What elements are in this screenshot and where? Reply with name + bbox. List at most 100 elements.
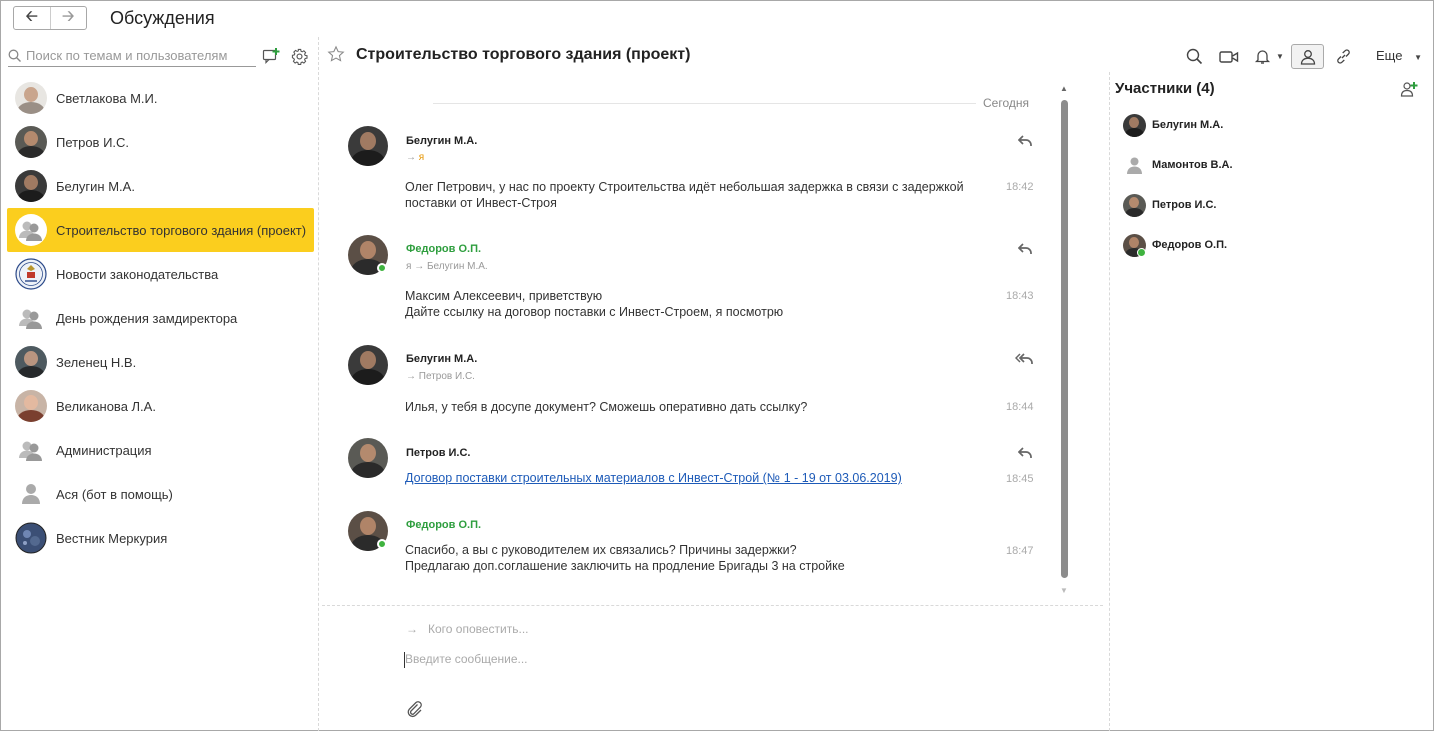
- video-call-button[interactable]: [1216, 44, 1242, 69]
- recipient-name: я: [418, 152, 425, 163]
- list-item[interactable]: Зеленец Н.В.: [7, 340, 314, 384]
- notify-field[interactable]: → Кого оповестить...: [406, 622, 529, 636]
- list-item-label: Строительство торгового здания (проект): [56, 222, 307, 238]
- app-title: Обсуждения: [110, 8, 215, 28]
- message-line: Максим Алексеевич, приветствую: [405, 289, 603, 303]
- message-line: Олег Петрович, у нас по проекту Строител…: [405, 180, 964, 194]
- list-item[interactable]: Белугин М.А.: [7, 164, 314, 208]
- list-item[interactable]: Великанова Л.А.: [7, 384, 314, 428]
- list-item-label: Ася (бот в помощь): [56, 486, 173, 502]
- list-item[interactable]: Вестник Меркурия: [7, 516, 314, 560]
- member-item[interactable]: Мамонтов В.А.: [1123, 153, 1233, 177]
- message-input[interactable]: Введите сообщение...: [405, 652, 528, 666]
- user-icon: [15, 478, 47, 510]
- search-input[interactable]: [26, 48, 252, 63]
- avatar: [15, 170, 47, 202]
- reply-all-button[interactable]: [1014, 353, 1033, 368]
- arrow-right-icon[interactable]: 🡢: [51, 7, 87, 29]
- search-icon: [8, 49, 21, 62]
- divider: [1109, 72, 1110, 731]
- group-icon: [15, 214, 47, 246]
- list-item-label: Петров И.С.: [56, 134, 130, 150]
- copy-link-button[interactable]: [1331, 44, 1355, 69]
- members-icon: [1300, 49, 1315, 65]
- message-line: Предлагаю доп.соглашение заключить на пр…: [405, 559, 845, 573]
- add-member-button[interactable]: [1399, 80, 1419, 98]
- reply-button[interactable]: [1017, 135, 1032, 150]
- search-button[interactable]: [1182, 44, 1206, 69]
- date-separator-line: [433, 103, 976, 104]
- list-item-label: Светлакова М.И.: [56, 90, 158, 106]
- avatar[interactable]: [348, 438, 388, 478]
- member-name: Белугин М.А.: [1152, 119, 1224, 131]
- avatar: [1123, 233, 1146, 257]
- list-item-active[interactable]: Строительство торгового здания (проект): [7, 208, 314, 252]
- list-item[interactable]: Администрация: [7, 428, 314, 472]
- members-title: Участники (4): [1115, 80, 1215, 97]
- message-time: 18:42: [1006, 181, 1034, 193]
- member-item[interactable]: Белугин М.А.: [1123, 113, 1223, 137]
- message-text: Договор поставки строительных материалов…: [405, 470, 902, 486]
- avatar[interactable]: [348, 126, 388, 166]
- list-item[interactable]: Петров И.С.: [7, 120, 314, 164]
- online-indicator: [1137, 247, 1146, 257]
- message-author[interactable]: Белугин М.А.: [406, 135, 477, 147]
- more-label: Еще: [1376, 48, 1403, 63]
- scrollbar-thumb[interactable]: [1061, 100, 1068, 578]
- list-item[interactable]: Новости законодательства: [7, 252, 314, 296]
- message-text: Спасибо, а вы с руководителем их связали…: [405, 542, 845, 574]
- search-box: [8, 45, 256, 67]
- discussion-list: Светлакова М.И. Петров И.С. Белугин М.А.…: [7, 76, 314, 560]
- more-menu-button[interactable]: Еще ▼: [1376, 48, 1422, 63]
- paperclip-icon: [407, 701, 422, 718]
- emblem-logo: [15, 258, 47, 290]
- settings-button[interactable]: [289, 46, 309, 66]
- reply-button[interactable]: [1017, 243, 1032, 258]
- star-icon: [327, 45, 345, 62]
- member-item[interactable]: Федоров О.П.: [1123, 233, 1227, 257]
- message-feed: Сегодня Белугин М.А. → я Олег Петрович, …: [320, 80, 1056, 600]
- list-item[interactable]: Ася (бот в помощь): [7, 472, 314, 516]
- message-line: поставки от Инвест-Строя: [405, 196, 557, 210]
- online-indicator: [377, 263, 387, 273]
- message-author[interactable]: Белугин М.А.: [406, 353, 477, 365]
- recipient-arrow: →: [406, 371, 416, 382]
- recipient-arrow: я →: [406, 261, 425, 272]
- avatar[interactable]: [348, 345, 388, 385]
- divider: [318, 37, 319, 731]
- member-name: Петров И.С.: [1152, 199, 1217, 211]
- arrow-right-icon: →: [406, 622, 418, 636]
- planet-logo: [15, 522, 47, 554]
- member-name: Федоров О.П.: [1152, 239, 1228, 251]
- arrow-left-icon[interactable]: 🡠: [14, 7, 51, 29]
- reply-all-icon: [1014, 353, 1033, 364]
- message-author[interactable]: Федоров О.П.: [406, 519, 481, 531]
- message-time: 18:47: [1006, 545, 1034, 557]
- message-author[interactable]: Федоров О.П.: [406, 243, 481, 255]
- new-discussion-button[interactable]: [261, 46, 281, 66]
- avatar: [15, 346, 47, 378]
- gear-icon: [291, 48, 308, 65]
- reply-icon: [1017, 135, 1032, 146]
- members-toggle-button[interactable]: [1291, 44, 1324, 69]
- member-item[interactable]: Петров И.С.: [1123, 193, 1217, 217]
- list-item-label: Вестник Меркурия: [56, 530, 168, 546]
- member-name: Мамонтов В.А.: [1152, 159, 1233, 171]
- message-line: Спасибо, а вы с руководителем их связали…: [405, 543, 797, 557]
- message-time: 18:45: [1006, 473, 1034, 485]
- notifications-button[interactable]: ▼: [1250, 44, 1288, 69]
- scroll-down-arrow[interactable]: ▼: [1060, 586, 1068, 595]
- attach-button[interactable]: [405, 699, 425, 719]
- message-author[interactable]: Петров И.С.: [406, 447, 471, 459]
- notify-placeholder: Кого оповестить...: [428, 622, 529, 636]
- message-text: Илья, у тебя в досупе документ? Сможешь …: [405, 399, 807, 415]
- avatar: [15, 390, 47, 422]
- bell-icon: [1254, 50, 1271, 64]
- document-link[interactable]: Договор поставки строительных материалов…: [405, 471, 902, 485]
- message-line: Дайте ссылку на договор поставки с Инвес…: [405, 305, 784, 319]
- list-item[interactable]: Светлакова М.И.: [7, 76, 314, 120]
- scroll-up-arrow[interactable]: ▲: [1060, 84, 1068, 93]
- favorite-button[interactable]: [327, 45, 345, 66]
- list-item[interactable]: День рождения замдиректора: [7, 296, 314, 340]
- reply-button[interactable]: [1017, 447, 1032, 462]
